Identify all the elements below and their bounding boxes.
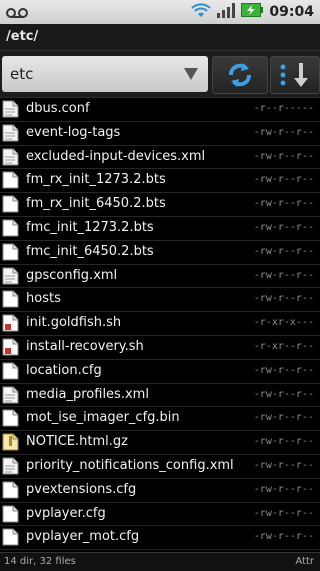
- file-blank-icon: [2, 195, 19, 213]
- file-row[interactable]: location.cfg -rw-r--r--: [0, 360, 320, 384]
- file-text-icon: [2, 386, 19, 404]
- path-bar: /etc/: [0, 24, 320, 51]
- file-row[interactable]: fm_rx_init_6450.2.bts -rw-r--r--: [0, 193, 320, 217]
- file-blank-icon: [2, 528, 19, 546]
- file-blank-icon: [2, 219, 19, 237]
- file-name: install-recovery.sh: [26, 338, 144, 354]
- status-bar: 09:04: [0, 0, 320, 24]
- directory-dropdown[interactable]: etc: [2, 56, 208, 92]
- file-name: init.goldfish.sh: [26, 315, 122, 331]
- file-permissions: -rw-r--r--: [253, 436, 314, 448]
- file-row[interactable]: event-log-tags -rw-r--r--: [0, 122, 320, 146]
- file-archive-icon: [2, 433, 19, 451]
- file-text-icon: [2, 457, 19, 475]
- file-row[interactable]: fmc_init_1273.2.bts -rw-r--r--: [0, 217, 320, 241]
- file-permissions: -r-xr--r--: [253, 340, 314, 352]
- file-permissions: -rw-r--r--: [253, 150, 314, 162]
- file-permissions: -rw-r--r--: [253, 507, 314, 519]
- file-script-icon: [2, 338, 19, 356]
- file-name: NOTICE.html.gz: [26, 434, 128, 450]
- file-row[interactable]: excluded-input-devices.xml -rw-r--r--: [0, 146, 320, 170]
- file-permissions: -rw-r--r--: [253, 269, 314, 281]
- file-blank-icon: [2, 243, 19, 261]
- file-permissions: -rw-r--r--: [253, 459, 314, 471]
- file-row[interactable]: media_profiles.xml -rw-r--r--: [0, 384, 320, 408]
- file-blank-icon: [2, 505, 19, 523]
- file-blank-icon: [2, 362, 19, 380]
- file-permissions: -r-xr-x---: [253, 317, 314, 329]
- file-permissions: -rw-r--r--: [253, 198, 314, 210]
- file-name: priority_notifications_config.xml: [26, 457, 234, 473]
- file-row[interactable]: mot_ise_imager_cfg.bin -rw-r--r--: [0, 407, 320, 432]
- file-row[interactable]: gpsconfig.xml -rw-r--r--: [0, 265, 320, 289]
- file-blank-icon: [2, 290, 19, 308]
- file-permissions: -rw-r--r--: [253, 531, 314, 543]
- refresh-icon: [229, 63, 251, 87]
- current-path: /etc/: [6, 29, 39, 44]
- file-permissions: -rw-r--r--: [253, 221, 314, 233]
- file-text-icon: [2, 267, 19, 285]
- footer-summary: 14 dir, 32 files: [4, 556, 76, 567]
- file-permissions: -rw-r--r--: [253, 293, 314, 305]
- file-blank-icon: [2, 409, 19, 427]
- file-name: fmc_init_6450.2.bts: [26, 243, 154, 259]
- voicemail-icon: [6, 4, 28, 23]
- file-name: gpsconfig.xml: [26, 267, 118, 283]
- file-name: pvplayer.cfg: [26, 505, 106, 521]
- file-permissions: -rw-r--r--: [253, 174, 314, 186]
- file-row[interactable]: init.goldfish.sh -r-xr-x---: [0, 312, 320, 336]
- file-permissions: -rw-r--r--: [253, 483, 314, 495]
- status-indicators: 09:04: [191, 2, 314, 22]
- file-row[interactable]: priority_notifications_config.xml -rw-r--…: [0, 455, 320, 479]
- file-text-icon: [2, 124, 19, 142]
- file-permissions: -rw-r--r--: [253, 245, 314, 257]
- file-row[interactable]: pvplayer_mot.cfg -rw-r--r--: [0, 526, 320, 551]
- file-name: fm_rx_init_6450.2.bts: [26, 196, 166, 212]
- battery-charging-icon: [241, 3, 264, 21]
- file-name: event-log-tags: [26, 124, 121, 140]
- file-row[interactable]: fm_rx_init_1273.2.bts -rw-r--r--: [0, 169, 320, 194]
- file-name: fmc_init_1273.2.bts: [26, 219, 154, 235]
- dropdown-value: etc: [10, 65, 34, 83]
- file-row[interactable]: NOTICE.html.gz -rw-r--r--: [0, 431, 320, 455]
- file-name: excluded-input-devices.xml: [26, 148, 206, 164]
- footer-bar: 14 dir, 32 files Attr: [0, 552, 320, 571]
- file-permissions: -rw-r--r--: [253, 412, 314, 424]
- file-text-icon: [2, 100, 19, 118]
- file-row[interactable]: hosts -rw-r--r--: [0, 288, 320, 313]
- file-name: dbus.conf: [26, 101, 90, 116]
- file-name: hosts: [26, 291, 61, 307]
- file-permissions: -rw-r--r--: [253, 388, 314, 400]
- file-row[interactable]: pvextensions.cfg -rw-r--r--: [0, 479, 320, 503]
- file-row[interactable]: dbus.conf -r--r-----: [0, 98, 320, 122]
- file-blank-icon: [2, 481, 19, 499]
- file-name: location.cfg: [26, 362, 102, 378]
- toolbar: etc: [0, 51, 320, 98]
- file-permissions: -rw-r--r--: [253, 126, 314, 138]
- file-row[interactable]: pvplayer.cfg -rw-r--r--: [0, 503, 320, 527]
- file-name: mot_ise_imager_cfg.bin: [26, 410, 180, 426]
- refresh-button[interactable]: [212, 56, 268, 94]
- file-name: fm_rx_init_1273.2.bts: [26, 172, 166, 188]
- file-permissions: -rw-r--r--: [253, 364, 314, 376]
- chevron-down-icon: [184, 68, 198, 80]
- file-row[interactable]: install-recovery.sh -r-xr--r--: [0, 336, 320, 360]
- file-name: pvplayer_mot.cfg: [26, 529, 140, 545]
- clock: 09:04: [269, 4, 314, 20]
- signal-icon: [217, 2, 236, 22]
- file-script-icon: [2, 314, 19, 332]
- file-row[interactable]: fmc_init_6450.2.bts -rw-r--r--: [0, 241, 320, 265]
- file-blank-icon: [2, 171, 19, 189]
- sort-down-icon: [280, 63, 308, 87]
- file-text-icon: [2, 148, 19, 166]
- file-list: dbus.conf -r--r----- event-log-tags -rw-r--…: [0, 98, 320, 552]
- file-name: pvextensions.cfg: [26, 481, 137, 497]
- footer-mode: Attr: [295, 556, 314, 567]
- file-permissions: -r--r-----: [253, 103, 314, 114]
- sort-options-button[interactable]: [270, 56, 320, 94]
- file-name: media_profiles.xml: [26, 386, 149, 402]
- wifi-icon: [191, 2, 212, 22]
